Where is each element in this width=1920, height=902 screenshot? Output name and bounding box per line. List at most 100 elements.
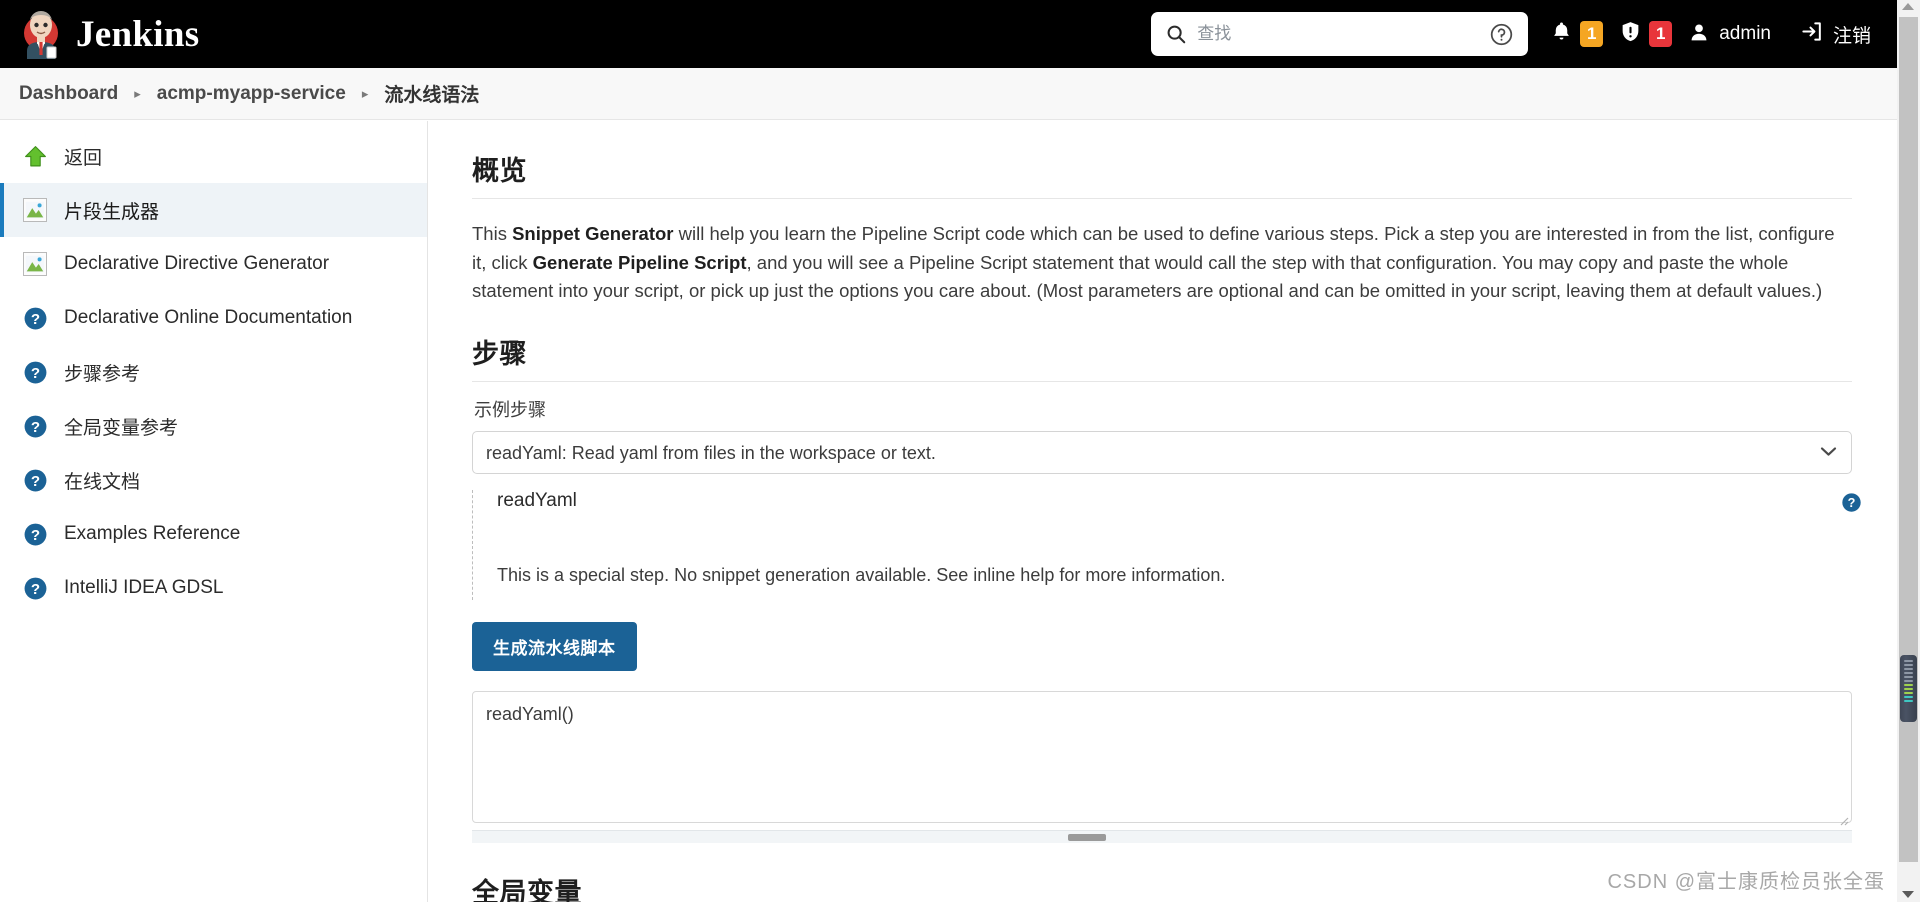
sidebar-item-back[interactable]: 返回: [0, 129, 427, 183]
top-header: Jenkins 查找 1 1 admin 注销: [0, 0, 1897, 68]
scrollbar-bar: [1904, 676, 1913, 678]
scrollbar-bar: [1904, 696, 1913, 698]
svg-text:?: ?: [30, 418, 39, 435]
broken-image-icon: [22, 251, 48, 277]
logout-arrow-icon: [1799, 19, 1824, 49]
brand-title: Jenkins: [76, 13, 200, 55]
page-scrollbar-thumb[interactable]: [1900, 655, 1917, 722]
sidebar-item-label: 步骤参考: [64, 363, 141, 385]
scrollbar-thumb-bars: [1904, 660, 1913, 704]
sidebar-item-global-variable-reference[interactable]: ? 全局变量参考: [0, 399, 427, 453]
sample-step-select-wrap: readYaml: Read yaml from files in the wo…: [472, 431, 1852, 475]
horizontal-scrollbar[interactable]: [472, 830, 1852, 844]
jenkins-brand-link[interactable]: Jenkins: [0, 9, 199, 59]
step-title: readYaml: [497, 490, 577, 512]
overview-text-a: This: [472, 223, 513, 244]
sidebar-item-examples-reference[interactable]: ? Examples Reference: [0, 507, 427, 561]
generate-pipeline-script-button[interactable]: 生成流水线脚本: [472, 622, 637, 672]
user-menu-button[interactable]: admin: [1688, 20, 1771, 49]
sidebar-item-intellij-idea-gdsl[interactable]: ? IntelliJ IDEA GDSL: [0, 561, 427, 615]
sidebar-item-label: IntelliJ IDEA GDSL: [64, 577, 224, 598]
horizontal-scrollbar-track: [472, 834, 1624, 842]
help-circle-icon: ?: [22, 305, 48, 331]
sidebar-item-snippet-generator[interactable]: 片段生成器: [0, 183, 427, 237]
body-layout: 返回 片段生成器 Declarative Directive Generator…: [0, 121, 1897, 902]
search-help-icon[interactable]: [1489, 22, 1514, 47]
user-name-label: admin: [1719, 23, 1771, 44]
help-circle-icon: ?: [22, 359, 48, 385]
shield-exclamation-icon: [1619, 19, 1642, 49]
breadcrumb-item-dashboard[interactable]: Dashboard: [19, 83, 118, 105]
steps-heading: 步骤: [472, 339, 527, 370]
svg-text:?: ?: [30, 472, 39, 489]
triangle-down-icon[interactable]: [1902, 891, 1914, 898]
main-content: 概览 This Snippet Generator will help you …: [428, 121, 1897, 902]
svg-text:?: ?: [1848, 496, 1856, 510]
overview-heading: 概览: [472, 156, 527, 186]
search-icon: [1165, 23, 1187, 45]
sidebar-item-declarative-online-documentation[interactable]: ? Declarative Online Documentation: [0, 291, 427, 345]
scrollbar-bar: [1904, 700, 1913, 702]
sidebar-item-online-documentation[interactable]: ? 在线文档: [0, 453, 427, 507]
scrollbar-bar: [1904, 668, 1913, 670]
divider: [472, 381, 1852, 383]
script-output-textarea[interactable]: [472, 691, 1852, 824]
scrollbar-bar: [1904, 688, 1913, 690]
jenkins-butler-logo-icon: [18, 9, 64, 59]
scrollbar-bar: [1904, 664, 1913, 666]
sidebar-item-step-reference[interactable]: ? 步骤参考: [0, 345, 427, 399]
green-up-arrow-icon: [22, 143, 48, 169]
csdn-watermark: CSDN @富士康质检员张全蛋: [1607, 871, 1885, 893]
jenkins-page: Jenkins 查找 1 1 admin 注销 Dashboard ▸ acmp…: [0, 0, 1920, 902]
scrollbar-bar: [1904, 680, 1913, 682]
sidebar-item-declarative-directive-generator[interactable]: Declarative Directive Generator: [0, 237, 427, 291]
help-circle-icon: ?: [22, 521, 48, 547]
page-scrollbar-track[interactable]: [1899, 17, 1918, 862]
page-scrollbar[interactable]: [1897, 0, 1920, 902]
sidebar: 返回 片段生成器 Declarative Directive Generator…: [0, 121, 428, 902]
scrollbar-bar: [1904, 692, 1913, 694]
broken-image-icon: [22, 197, 48, 223]
sample-step-label: 示例步骤: [474, 400, 546, 421]
notifications-button[interactable]: 1: [1550, 19, 1604, 49]
sidebar-item-label: Declarative Directive Generator: [64, 253, 330, 274]
divider: [472, 198, 1852, 199]
svg-text:?: ?: [30, 580, 39, 597]
step-help-icon[interactable]: ?: [1841, 492, 1862, 518]
breadcrumb: Dashboard ▸ acmp-myapp-service ▸ 流水线语法: [0, 68, 1897, 120]
scrollbar-bar: [1904, 684, 1913, 686]
help-circle-icon: ?: [22, 467, 48, 493]
overview-paragraph: This Snippet Generator will help you lea…: [472, 220, 1852, 306]
logout-button[interactable]: 注销: [1799, 19, 1871, 49]
person-icon: [1688, 20, 1710, 49]
help-circle-icon: ?: [22, 575, 48, 601]
search-input[interactable]: [1187, 24, 1490, 44]
svg-text:?: ?: [30, 364, 39, 381]
triangle-up-icon[interactable]: [1902, 3, 1914, 10]
sidebar-item-label: Examples Reference: [64, 523, 241, 544]
bell-icon: [1550, 19, 1573, 49]
overview-bold-generate-pipeline-script: Generate Pipeline Script: [532, 251, 747, 273]
notification-count-badge[interactable]: 1: [1580, 21, 1604, 47]
search-box[interactable]: [1151, 12, 1529, 56]
breadcrumb-separator: ▸: [361, 85, 369, 101]
breadcrumb-item-job[interactable]: acmp-myapp-service: [157, 83, 346, 105]
breadcrumb-separator: ▸: [134, 85, 141, 101]
script-output-wrap: [472, 671, 1852, 828]
breadcrumb-item-current: 流水线语法: [384, 85, 480, 106]
svg-text:?: ?: [30, 310, 39, 327]
sidebar-item-label: 全局变量参考: [64, 417, 179, 439]
sample-step-select[interactable]: readYaml: Read yaml from files in the wo…: [472, 431, 1852, 475]
step-note: This is a special step. No snippet gener…: [497, 565, 1226, 586]
sidebar-item-label: Declarative Online Documentation: [64, 307, 353, 328]
overview-bold-snippet-generator: Snippet Generator: [512, 223, 674, 244]
security-count-badge[interactable]: 1: [1649, 21, 1673, 47]
horizontal-scrollbar-thumb[interactable]: [1068, 834, 1106, 842]
svg-text:?: ?: [30, 526, 39, 543]
help-circle-icon: ?: [22, 413, 48, 439]
scrollbar-bar: [1904, 672, 1913, 674]
scrollbar-bar: [1904, 660, 1913, 662]
security-button[interactable]: 1: [1619, 19, 1673, 49]
sidebar-item-label: 在线文档: [64, 471, 141, 493]
step-config-panel: ? readYaml This is a special step. No sn…: [472, 490, 1861, 601]
